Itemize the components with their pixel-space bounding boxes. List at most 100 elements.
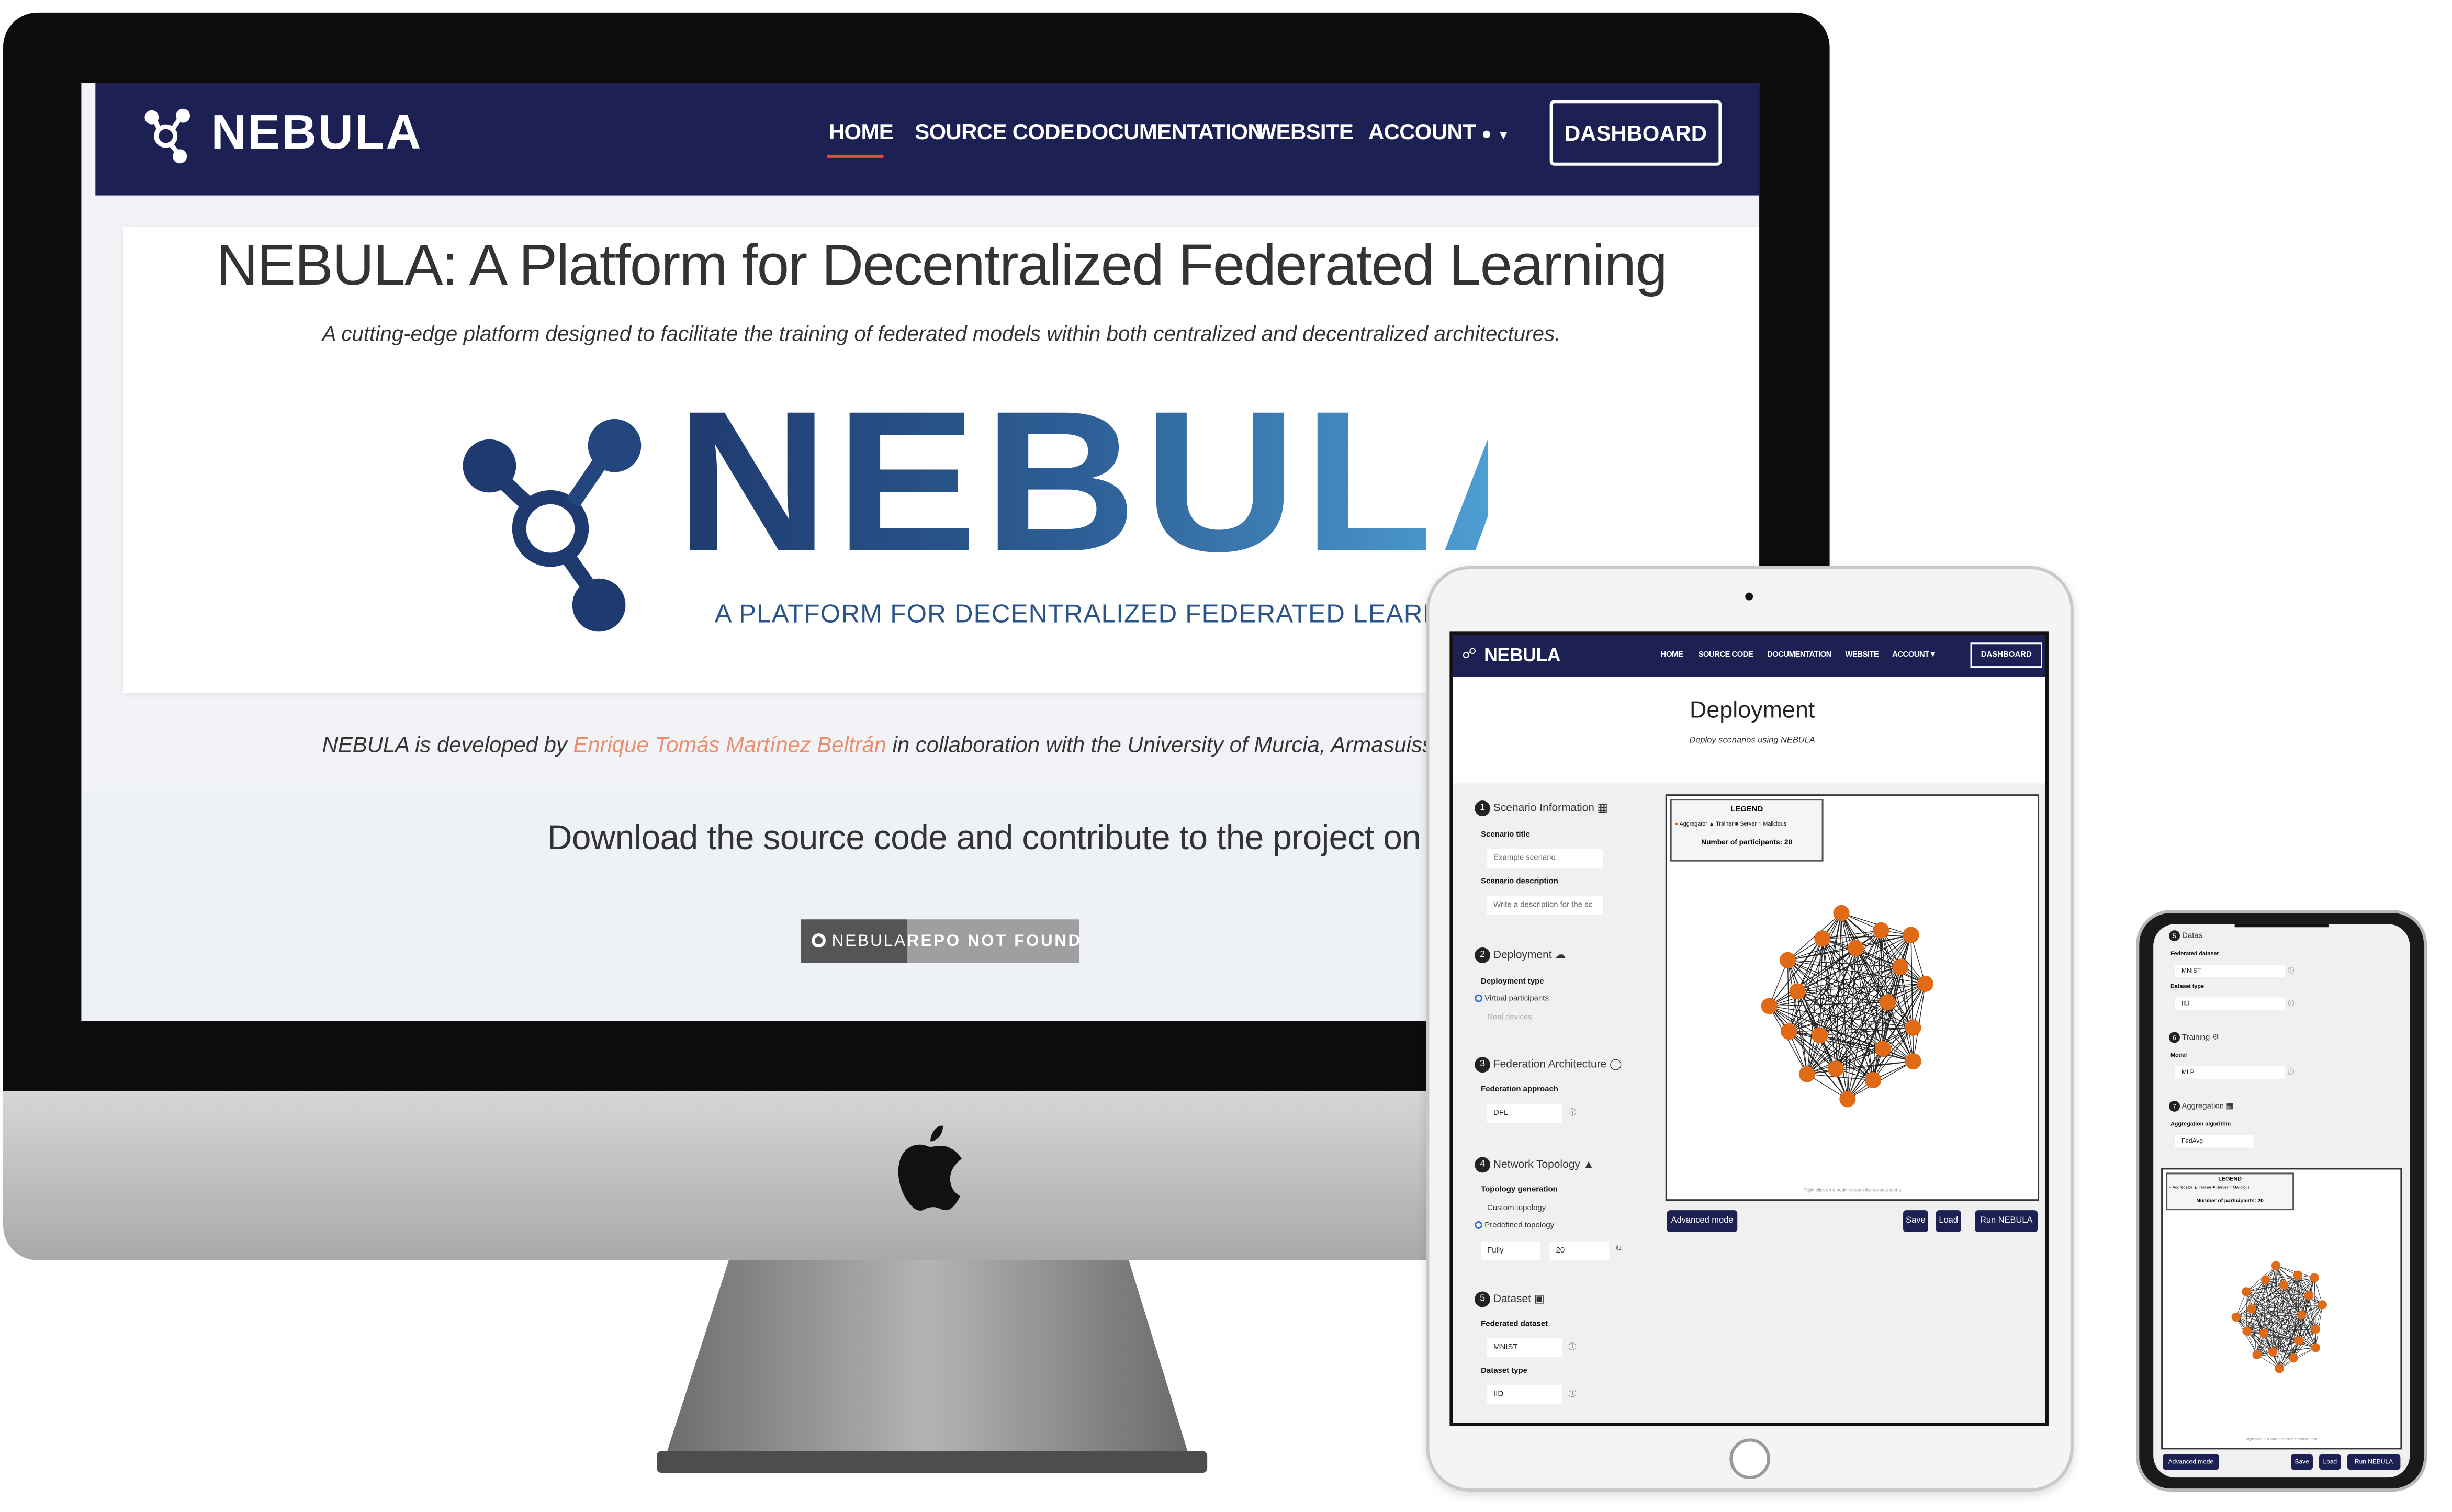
tablet-dashboard-button[interactable]: DASHBOARD <box>1970 642 2043 668</box>
graph-node[interactable] <box>1864 1071 1882 1089</box>
brand-name[interactable]: NEBULA <box>211 105 422 161</box>
nav-website[interactable]: WEBSITE <box>1256 119 1354 144</box>
graph-node[interactable] <box>1781 1023 1797 1040</box>
phone-aggregation-select[interactable]: FedAvg <box>2175 1135 2254 1148</box>
deployment-title: Deployment <box>1690 697 1815 724</box>
radio-predefined-topology[interactable]: Predefined topology <box>1475 1221 1554 1231</box>
dataset-type-info-icon[interactable]: ⓘ <box>1568 1389 1576 1400</box>
tablet-nav-account-label: ACCOUNT <box>1892 650 1929 660</box>
graph-node[interactable] <box>1827 1060 1844 1077</box>
phone-graph-node[interactable] <box>2231 1312 2241 1322</box>
phone-dataset-label: Federated dataset <box>2170 951 2219 957</box>
phone-graph-node[interactable] <box>2252 1350 2262 1360</box>
graph-node[interactable] <box>1917 975 1933 992</box>
phone-save-button[interactable]: Save <box>2291 1454 2313 1470</box>
graph-node[interactable] <box>1874 1041 1891 1057</box>
graph-node[interactable] <box>1839 1091 1856 1108</box>
graph-node[interactable] <box>1798 1066 1815 1082</box>
phone-graph-node[interactable] <box>2318 1300 2327 1310</box>
repo-badge[interactable]: NEBULA REPO NOT FOUND <box>801 919 1080 963</box>
radio-custom-topology[interactable]: Custom topology <box>1487 1204 1546 1213</box>
refresh-icon[interactable]: ↻ <box>1615 1245 1622 1254</box>
tablet-nav-account[interactable]: ACCOUNT ▾ <box>1892 650 1935 660</box>
advanced-mode-button[interactable]: Advanced mode <box>1667 1210 1738 1232</box>
phone-graph-node[interactable] <box>2268 1347 2278 1357</box>
phone-advanced-mode-button[interactable]: Advanced mode <box>2163 1454 2219 1470</box>
save-button[interactable]: Save <box>1903 1210 1928 1232</box>
phone-model-info-icon[interactable]: ⓘ <box>2288 1068 2294 1077</box>
graph-node[interactable] <box>1814 930 1831 947</box>
tablet-brand[interactable]: NEBULA <box>1484 644 1560 666</box>
graph-node[interactable] <box>1903 927 1919 943</box>
nav-documentation[interactable]: DOCUMENTATION <box>1076 119 1264 144</box>
federated-dataset-select[interactable]: MNIST <box>1487 1338 1562 1358</box>
run-nebula-button[interactable]: Run NEBULA <box>1975 1210 2038 1232</box>
phone-graph-node[interactable] <box>2247 1304 2256 1314</box>
phone-graph-node[interactable] <box>2242 1287 2251 1296</box>
scenario-title-input[interactable]: Example scenario <box>1487 849 1603 868</box>
phone-graph-node[interactable] <box>2259 1328 2269 1338</box>
phone-graph-node[interactable] <box>2294 1336 2304 1346</box>
graph-node[interactable] <box>1873 922 1889 939</box>
phone-network-graph[interactable] <box>2225 1249 2338 1381</box>
graph-node[interactable] <box>1789 983 1806 1000</box>
tablet-home-button[interactable] <box>1729 1438 1771 1480</box>
phone-dataset-type-select[interactable]: IID <box>2175 997 2285 1010</box>
phone-graph-edge <box>2314 1278 2316 1348</box>
section-2-label: Deployment <box>1493 950 1552 962</box>
scenario-description-input[interactable]: Write a description for the sc <box>1487 896 1603 915</box>
legend-items: ● Aggregator ▲ Trainer ■ Server ○ Malici… <box>1675 821 1786 827</box>
graph-node[interactable] <box>1905 1019 1921 1036</box>
cloud-icon: ☁ <box>1555 950 1566 962</box>
dashboard-button[interactable]: DASHBOARD <box>1549 100 1722 166</box>
radio-real-devices[interactable]: Real devices <box>1487 1013 1532 1023</box>
federation-info-icon[interactable]: ⓘ <box>1568 1107 1576 1118</box>
phone-graph-node[interactable] <box>2279 1280 2289 1290</box>
dataset-info-icon[interactable]: ⓘ <box>1568 1341 1576 1352</box>
phone-graph-node[interactable] <box>2275 1364 2284 1373</box>
phone-dataset-info-icon[interactable]: ⓘ <box>2288 966 2294 976</box>
graph-node[interactable] <box>1905 1053 1921 1070</box>
graph-node[interactable] <box>1779 952 1796 968</box>
graph-node[interactable] <box>1761 998 1778 1014</box>
nav-source-code[interactable]: SOURCE CODE <box>915 119 1075 144</box>
dataset-type-select[interactable]: IID <box>1487 1385 1562 1404</box>
phone-step-6-badge: 6 <box>2169 1032 2180 1043</box>
tablet-logo-icon[interactable]: ☍ <box>1462 646 1476 663</box>
phone-load-button[interactable]: Load <box>2319 1454 2341 1470</box>
phone-dataset-select[interactable]: MNIST <box>2175 964 2285 977</box>
graph-node[interactable] <box>1879 994 1896 1011</box>
load-button[interactable]: Load <box>1936 1210 1961 1232</box>
author-link[interactable]: Enrique Tomás Martínez Beltrán <box>573 732 886 757</box>
tablet-nav-home[interactable]: HOME <box>1661 650 1683 660</box>
phone-legend-title: LEGEND <box>2218 1176 2242 1182</box>
topology-type-select[interactable]: Fully <box>1481 1241 1540 1260</box>
radio-virtual-participants[interactable]: Virtual participants <box>1475 994 1549 1004</box>
phone-graph-node[interactable] <box>2304 1291 2313 1300</box>
topology-count-input[interactable]: 20 <box>1549 1241 1610 1260</box>
graph-node[interactable] <box>1833 905 1850 921</box>
phone-graph-node[interactable] <box>2297 1310 2307 1319</box>
nav-account[interactable]: ACCOUNT ● ▼ <box>1368 119 1510 144</box>
network-graph[interactable] <box>1750 885 1953 1120</box>
phone-graph-node[interactable] <box>2293 1270 2303 1280</box>
phone-graph-node[interactable] <box>2260 1275 2270 1284</box>
phone-graph-node[interactable] <box>2310 1273 2319 1282</box>
tablet-nav-source-code[interactable]: SOURCE CODE <box>1699 650 1753 660</box>
tablet-nav-documentation[interactable]: DOCUMENTATION <box>1767 650 1831 660</box>
federation-approach-select[interactable]: DFL <box>1487 1103 1562 1123</box>
phone-graph-node[interactable] <box>2311 1343 2321 1352</box>
phone-run-nebula-button[interactable]: Run NEBULA <box>2347 1454 2401 1470</box>
phone-model-select[interactable]: MLP <box>2175 1066 2285 1079</box>
nebula-logo-icon[interactable] <box>142 106 193 166</box>
nav-home[interactable]: HOME <box>829 119 894 144</box>
graph-node[interactable] <box>1892 958 1909 975</box>
phone-graph-node[interactable] <box>2311 1324 2320 1334</box>
graph-node[interactable] <box>1847 940 1864 956</box>
graph-node[interactable] <box>1812 1027 1828 1044</box>
phone-graph-node[interactable] <box>2271 1261 2281 1270</box>
phone-dataset-type-info-icon[interactable]: ⓘ <box>2288 999 2294 1009</box>
tablet-nav-website[interactable]: WEBSITE <box>1845 650 1879 660</box>
phone-graph-node[interactable] <box>2289 1353 2298 1363</box>
phone-graph-node[interactable] <box>2242 1326 2252 1336</box>
